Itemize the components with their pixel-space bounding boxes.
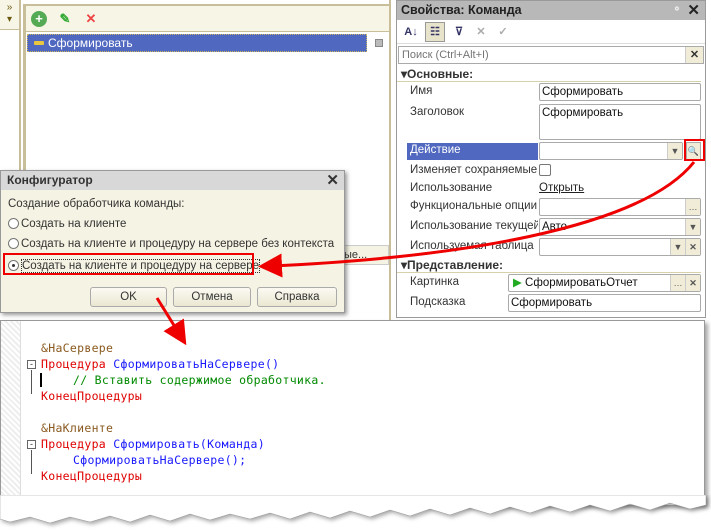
prop-label: Используемая таблица — [410, 240, 534, 252]
section-main-label: Основные: — [407, 67, 474, 81]
highlight-box — [3, 253, 254, 275]
cancel-button[interactable]: Отмена — [173, 287, 251, 307]
text-cursor — [40, 373, 42, 387]
ellipsis-icon[interactable]: … — [685, 199, 700, 215]
code-line: КонецПроцедуры — [41, 389, 143, 403]
name-field[interactable]: Сформировать — [539, 83, 701, 101]
prop-usage: Использование Открыть — [397, 179, 705, 197]
sort-alpha-icon[interactable]: A↓ — [403, 24, 419, 40]
dialog-title: Конфигуратор — [7, 173, 93, 187]
ellipsis-icon[interactable]: … — [670, 275, 685, 291]
help-button[interactable]: Справка — [257, 287, 337, 307]
properties-title-bar: Свойства: Команда ᵒ ✕ — [397, 1, 705, 20]
funcopts-field[interactable]: … — [539, 198, 701, 216]
radio-option-client[interactable]: Создать на клиенте — [8, 218, 126, 230]
close-icon[interactable]: ✕ — [326, 171, 339, 190]
dialog-title-bar: Конфигуратор ✕ — [1, 171, 344, 190]
prop-label: Функциональные опции — [410, 200, 537, 212]
radio-option-server-no-context[interactable]: Создать на клиенте и процедуру на сервер… — [8, 238, 334, 250]
code-line: КонецПроцедуры — [41, 469, 143, 483]
fold-icon[interactable]: - — [27, 360, 36, 369]
prop-label: Имя — [410, 85, 433, 97]
add-icon[interactable]: + — [31, 10, 47, 27]
modifies-checkbox[interactable] — [539, 164, 551, 176]
code-line: СформироватьНаСервере(); — [73, 453, 247, 467]
prop-action: Действие ▼ 🔍 — [397, 141, 705, 161]
code-line: &НаСервере — [41, 341, 114, 355]
prop-label: Использование текущей строки — [410, 220, 538, 232]
section-view-label: Представление: — [407, 258, 503, 272]
prop-modifies: Изменяет сохраняемые данные — [397, 161, 705, 179]
prop-label: Заголовок — [410, 106, 465, 118]
tooltip-field[interactable]: Сформировать — [508, 294, 701, 312]
dropdown-icon[interactable]: ▼ — [685, 219, 700, 235]
expand-panel-button[interactable]: » ▾ — [0, 0, 19, 30]
pencil-icon[interactable]: ✎ — [57, 11, 73, 27]
delete-icon[interactable]: ✕ — [83, 11, 99, 27]
editor-gutter — [1, 321, 21, 505]
torn-edge — [0, 495, 707, 524]
code-line: Процедура Сформировать(Команда) — [41, 437, 265, 451]
filter-icon[interactable]: ⊽ — [451, 24, 467, 40]
prop-picture: Картинка ▶ СформироватьОтчет… ✕ — [397, 273, 705, 293]
prop-table: Используемая таблица ▼ ✕ — [397, 237, 705, 257]
prop-label: Изменяет сохраняемые данные — [410, 164, 538, 176]
categories-icon[interactable]: ☷ — [425, 21, 445, 42]
prop-label: Действие — [410, 144, 461, 156]
pin-icon[interactable]: ᵒ — [675, 1, 679, 20]
clear-icon[interactable]: ✕ — [685, 275, 700, 291]
properties-title: Свойства: Команда — [401, 3, 522, 17]
prop-curusage: Использование текущей строкиАвто▼ — [397, 217, 705, 237]
prop-tooltip: Подсказка Сформировать — [397, 293, 705, 313]
configurator-dialog: Конфигуратор ✕ Создание обработчика коман… — [0, 170, 345, 313]
dialog-prompt: Создание обработчика команды: — [8, 198, 185, 210]
clear-icon[interactable]: ✕ — [685, 239, 700, 255]
code-line: // Вставить содержимое обработчика. — [73, 373, 326, 387]
properties-toolbar: A↓ ☷ ⊽ ✕ ✓ — [397, 20, 705, 44]
curusage-field[interactable]: Авто ▼ — [539, 218, 701, 236]
cancel-icon[interactable]: ✕ — [473, 24, 489, 40]
code-line: &НаКлиенте — [41, 421, 114, 435]
ok-button[interactable]: OK — [90, 287, 167, 307]
search-box: ✕ — [398, 46, 704, 64]
code-editor[interactable]: &НаСервере - Процедура СформироватьНаСер… — [0, 320, 705, 505]
list-item-label: Сформировать — [48, 36, 133, 50]
play-icon: ▶ — [513, 277, 526, 289]
clear-icon[interactable]: ✕ — [685, 47, 703, 63]
table-field[interactable]: ▼ ✕ — [539, 238, 701, 256]
fold-icon[interactable]: - — [27, 440, 36, 449]
usage-link[interactable]: Открыть — [539, 182, 584, 194]
prop-name: Имя Сформировать — [397, 82, 705, 103]
check-icon[interactable]: ✓ — [495, 24, 511, 40]
code-line: Процедура СформироватьНаСервере() — [41, 357, 280, 371]
partial-label: ые... — [344, 249, 368, 261]
dropdown-icon[interactable]: ▼ — [670, 239, 685, 255]
dropdown-icon[interactable]: ▼ — [667, 143, 682, 159]
radio-icon — [8, 238, 19, 249]
search-input[interactable] — [399, 47, 685, 63]
highlight-box — [684, 139, 705, 161]
list-item[interactable]: Сформировать — [27, 34, 367, 52]
action-field[interactable]: ▼ — [539, 142, 683, 160]
commands-toolbar: + ✎ ✕ — [26, 6, 391, 32]
command-icon — [34, 41, 44, 45]
prop-label: Использование — [410, 182, 493, 194]
picture-field[interactable]: ▶ СформироватьОтчет… ✕ — [508, 274, 701, 292]
header-field[interactable]: Сформировать — [539, 104, 701, 140]
properties-panel: Свойства: Команда ᵒ ✕ A↓ ☷ ⊽ ✕ ✓ ✕ ▾Основн… — [396, 0, 706, 318]
section-view[interactable]: ▾Представление: — [397, 257, 701, 273]
left-strip: » ▾ — [0, 0, 21, 170]
radio-icon — [8, 218, 19, 229]
commands-panel: + ✎ ✕ Сформировать — [23, 4, 391, 170]
section-main[interactable]: ▾Основные: — [397, 66, 701, 82]
close-icon[interactable]: ✕ — [687, 1, 700, 20]
divider — [389, 0, 391, 320]
item-checkbox[interactable] — [375, 39, 383, 47]
prop-header: Заголовок Сформировать — [397, 103, 705, 141]
prop-funcopts: Функциональные опции … — [397, 197, 705, 217]
